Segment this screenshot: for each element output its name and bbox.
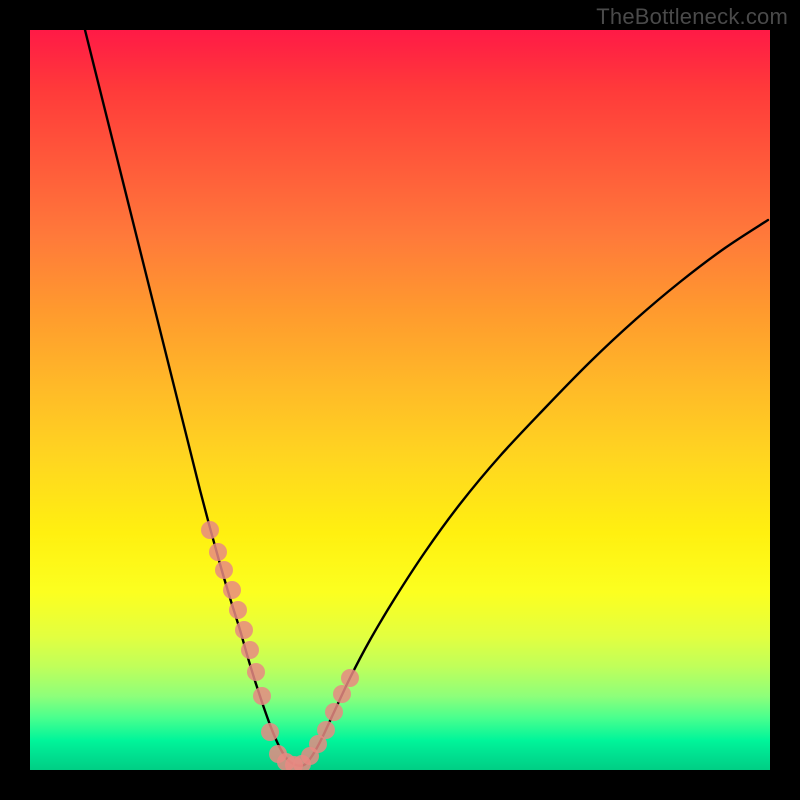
highlight-dot (261, 723, 279, 741)
highlight-dot (341, 669, 359, 687)
watermark-text: TheBottleneck.com (596, 4, 788, 30)
highlight-dot (201, 521, 219, 539)
highlight-dot (235, 621, 253, 639)
highlight-dot (253, 687, 271, 705)
highlight-dot (223, 581, 241, 599)
highlight-dot (229, 601, 247, 619)
chart-frame: TheBottleneck.com (0, 0, 800, 800)
highlight-dot (215, 561, 233, 579)
curve-line (85, 30, 768, 766)
highlight-dot (317, 721, 335, 739)
highlight-dot (333, 685, 351, 703)
highlight-dot (247, 663, 265, 681)
highlight-dot (209, 543, 227, 561)
highlight-dot (241, 641, 259, 659)
plot-area (30, 30, 770, 770)
highlight-dot (325, 703, 343, 721)
chart-svg (30, 30, 770, 770)
highlight-dots (201, 521, 359, 770)
